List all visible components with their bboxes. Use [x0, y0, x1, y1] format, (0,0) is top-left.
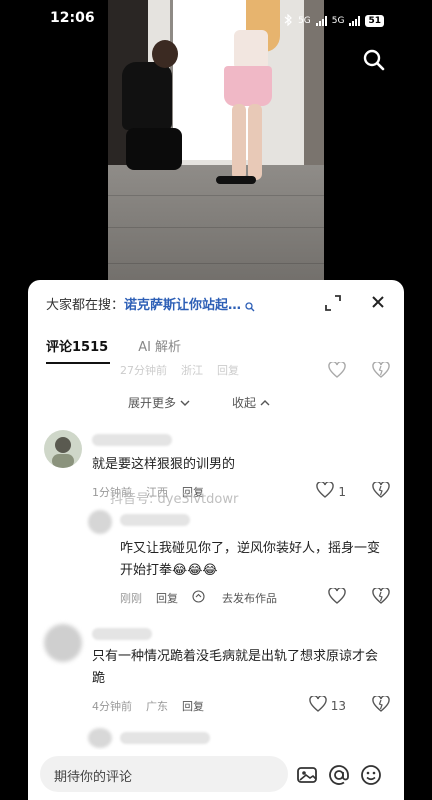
- comment-actions: [328, 587, 390, 607]
- status-bar: 12:06 5G 5G 51: [0, 0, 432, 34]
- publish-work-label: 去发布作品: [222, 592, 277, 605]
- username-blurred[interactable]: [120, 732, 210, 744]
- comment-input[interactable]: 期待你的评论: [40, 756, 288, 792]
- standing-person-leg: [232, 104, 246, 180]
- chevron-up-icon: [260, 396, 270, 410]
- trending-search[interactable]: 大家都在搜：诺克萨斯让你站起…: [46, 294, 306, 313]
- comment-time: 27分钟前: [120, 364, 167, 377]
- signal-bars-icon: [315, 15, 327, 26]
- status-time: 12:06: [50, 10, 95, 26]
- douyin-watermark: 抖音号: dye3lvtdowr: [110, 492, 239, 507]
- expand-more-button[interactable]: 展开更多: [128, 394, 190, 411]
- collapse-label: 收起: [232, 396, 257, 410]
- comment-meta: 4分钟前 广东 回复: [92, 698, 218, 714]
- tab-comments[interactable]: 评论1515: [46, 336, 108, 355]
- expand-icon[interactable]: [324, 294, 342, 312]
- username-blurred[interactable]: [92, 628, 152, 640]
- reply-button[interactable]: 回复: [156, 590, 178, 606]
- broken-heart-icon[interactable]: [372, 481, 390, 501]
- comment-location: 广东: [146, 700, 168, 713]
- comment-text: 咋又让我碰见你了，逆风你装好人，摇身一变开始打拳😂😂😂: [120, 541, 381, 578]
- heart-icon: [309, 695, 327, 715]
- heart-icon[interactable]: [328, 587, 346, 607]
- emoji-icon[interactable]: [360, 764, 382, 786]
- comment-meta: 刚刚 回复 去发布作品: [120, 590, 305, 606]
- username-blurred[interactable]: [120, 514, 190, 526]
- close-icon[interactable]: [368, 292, 388, 312]
- tab-ai-analysis[interactable]: AI 解析: [138, 336, 181, 355]
- faded-comment-actions: [328, 361, 390, 381]
- comment-text: 只有一种情况跪着没毛病就是出轨了想求原谅才会跪: [92, 649, 379, 686]
- collapse-button[interactable]: 收起: [232, 394, 270, 411]
- broken-heart-icon[interactable]: [372, 587, 390, 607]
- avatar[interactable]: [88, 510, 112, 534]
- comments-sheet: 大家都在搜：诺克萨斯让你站起… 评论1515 AI 解析 27分钟前 浙江 回复…: [28, 280, 404, 800]
- like-button[interactable]: 13: [309, 695, 346, 715]
- standing-person-top: [234, 30, 268, 70]
- kneeling-person: [122, 62, 172, 130]
- search-icon: [245, 301, 255, 311]
- avatar[interactable]: [44, 430, 82, 468]
- comment-tabs: 评论1515 AI 解析: [46, 336, 181, 355]
- standing-person-skirt: [224, 66, 272, 106]
- comment-input-bar: 期待你的评论: [28, 750, 404, 800]
- at-icon[interactable]: [328, 764, 350, 786]
- image-icon[interactable]: [296, 764, 318, 786]
- status-icons: 5G 5G 51: [284, 11, 384, 30]
- signal-label-2: 5G: [331, 15, 345, 26]
- publish-work-button[interactable]: 去发布作品: [192, 590, 291, 606]
- chevron-down-icon: [180, 396, 190, 410]
- username-blurred[interactable]: [92, 434, 172, 446]
- heart-icon[interactable]: [328, 361, 346, 381]
- faded-comment-meta: 27分钟前 浙江 回复: [120, 362, 253, 378]
- signal-bars-icon: [349, 15, 361, 26]
- trending-search-link[interactable]: 诺克萨斯让你站起…: [124, 298, 241, 313]
- standing-person-leg: [248, 104, 262, 180]
- like-count: 1: [338, 484, 346, 499]
- comment-time: 刚刚: [120, 592, 142, 605]
- avatar[interactable]: [88, 728, 112, 748]
- kneeling-person-head: [152, 40, 178, 68]
- standing-person-shoes: [216, 176, 256, 184]
- comment-actions: 1: [316, 481, 390, 501]
- like-button[interactable]: 1: [316, 481, 346, 501]
- comment-text: 就是要这样狠狠的训男的: [92, 457, 236, 472]
- comment-input-placeholder: 期待你的评论: [54, 770, 133, 785]
- kneeling-person-legs: [126, 128, 182, 170]
- expand-more-label: 展开更多: [128, 396, 177, 410]
- comment-time: 4分钟前: [92, 700, 132, 713]
- video-player[interactable]: [0, 0, 432, 300]
- trending-search-prefix: 大家都在搜：: [46, 298, 125, 313]
- tab-active-indicator: [46, 362, 110, 364]
- like-count: 13: [330, 698, 346, 713]
- broken-heart-icon[interactable]: [372, 695, 390, 715]
- share-icon: [192, 590, 205, 606]
- heart-icon: [316, 481, 335, 501]
- battery-icon: 51: [365, 14, 384, 27]
- reply-button[interactable]: 回复: [182, 698, 204, 714]
- signal-label-1: 5G: [298, 15, 311, 26]
- comment-location: 浙江: [181, 364, 203, 377]
- avatar[interactable]: [44, 624, 82, 662]
- search-icon[interactable]: [362, 48, 386, 72]
- bluetooth-icon: [284, 11, 293, 30]
- broken-heart-icon[interactable]: [372, 361, 390, 381]
- video-frame: [108, 0, 324, 300]
- reply-button[interactable]: 回复: [217, 362, 239, 378]
- comment-actions: 13: [309, 695, 390, 715]
